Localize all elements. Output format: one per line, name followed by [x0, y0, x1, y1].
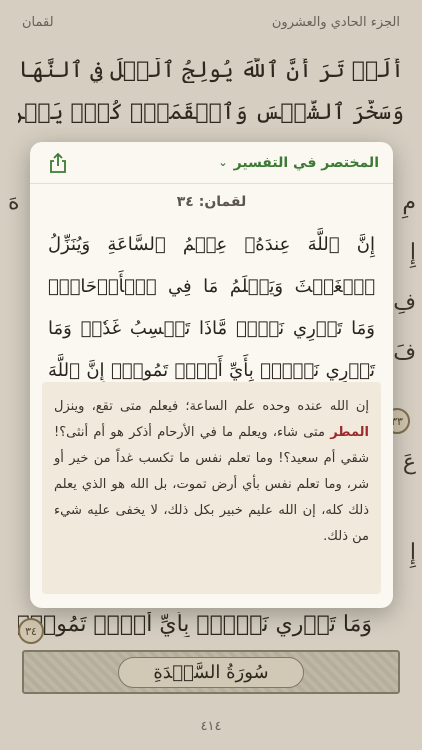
verse-reference: لقمان: ٣٤	[176, 194, 247, 210]
popup-header: المختصر في التفسير ⌄	[30, 142, 393, 184]
tafsir-text-part: متى شاء، ويعلم ما في الأرحام أذكر هو أم …	[54, 425, 369, 544]
tafsir-text: إن الله عنده وحده علم الساعة؛ فيعلم متى …	[42, 382, 381, 594]
chevron-down-icon: ⌄	[218, 156, 228, 169]
tafsir-text-part: إن الله عنده وحده علم الساعة؛ فيعلم متى …	[54, 399, 369, 414]
tafsir-highlight-word[interactable]: المطر	[330, 425, 369, 440]
share-icon	[50, 152, 66, 173]
tafsir-popup: المختصر في التفسير ⌄ لقمان: ٣٤ إِنَّ ٱلل…	[30, 142, 393, 608]
tafsir-name: المختصر في التفسير	[233, 154, 379, 171]
tafsir-selector[interactable]: المختصر في التفسير ⌄	[218, 155, 379, 171]
share-button[interactable]	[44, 149, 72, 177]
